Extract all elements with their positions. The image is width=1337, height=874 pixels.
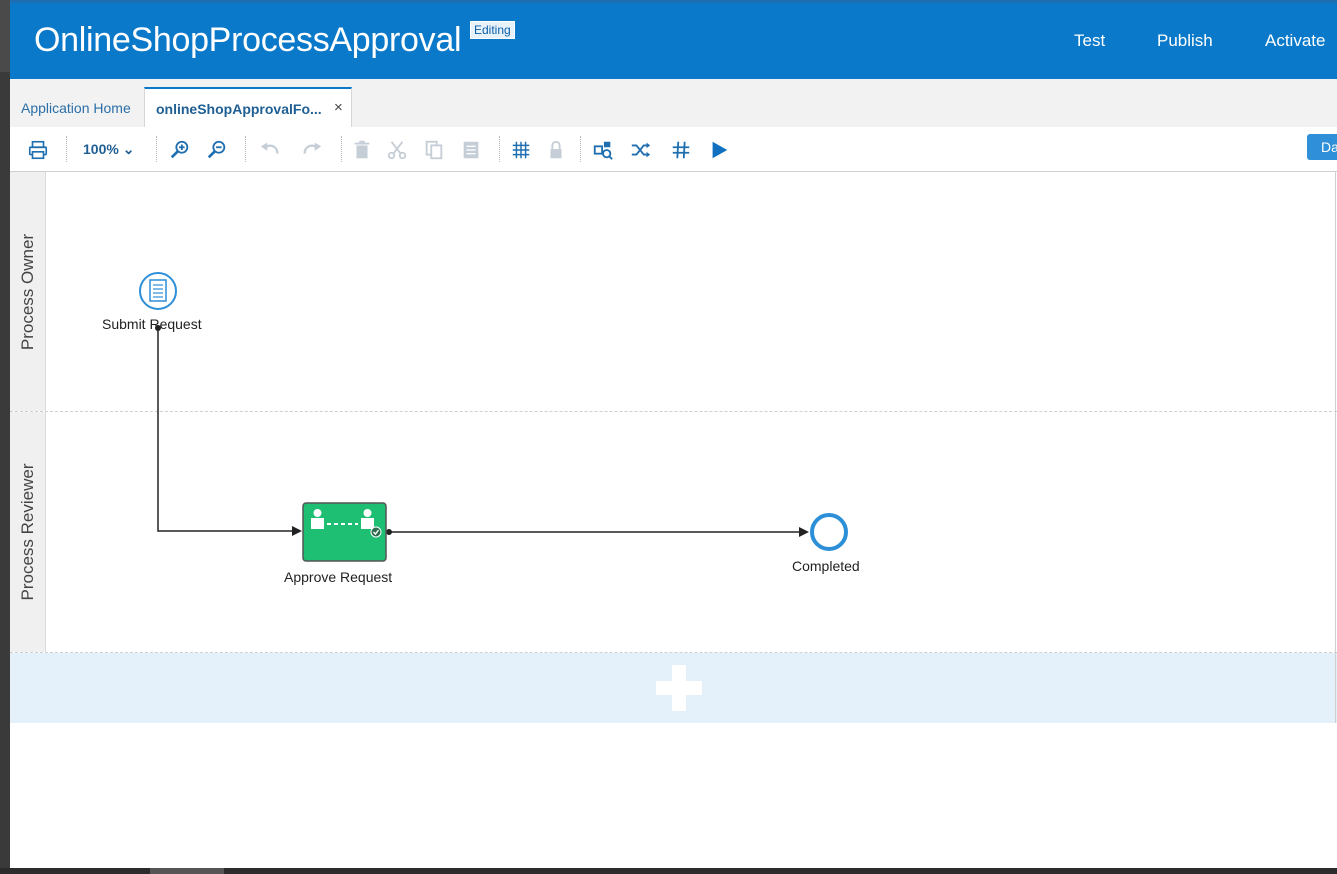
paste-icon[interactable]	[459, 138, 483, 162]
window-edge	[0, 0, 10, 874]
lock-icon[interactable]	[544, 138, 568, 162]
page-title: OnlineShopProcessApproval	[34, 21, 462, 59]
da-button[interactable]: Da	[1307, 134, 1337, 160]
zoom-level: 100%	[83, 141, 119, 157]
lane-header[interactable]: Process Owner	[10, 172, 46, 411]
grid-icon[interactable]	[509, 138, 533, 162]
scrollbar-thumb[interactable]	[150, 868, 224, 874]
plus-icon[interactable]	[656, 665, 702, 711]
app-header: OnlineShopProcessApproval Editing Test P…	[10, 0, 1337, 79]
status-badge: Editing	[470, 21, 515, 39]
undo-icon[interactable]	[258, 138, 282, 162]
shuffle-icon[interactable]	[629, 138, 653, 162]
delete-icon[interactable]	[350, 138, 374, 162]
lane-title: Process Reviewer	[17, 463, 37, 601]
redo-icon[interactable]	[300, 138, 324, 162]
play-icon[interactable]	[707, 138, 731, 162]
zoom-out-icon[interactable]	[205, 138, 229, 162]
horizontal-scrollbar[interactable]	[0, 868, 1337, 874]
copy-icon[interactable]	[422, 138, 446, 162]
end-event-label[interactable]: Completed	[792, 558, 860, 574]
tab-process-editor[interactable]: onlineShopApprovalFo... ×	[144, 87, 352, 127]
close-icon[interactable]: ×	[334, 99, 343, 116]
test-button[interactable]: Test	[1074, 31, 1105, 51]
tab-bar: Application Home onlineShopApprovalFo...…	[10, 79, 1337, 127]
tab-application-home[interactable]: Application Home	[21, 100, 131, 116]
toolbar: 100% ⌄ Da	[10, 127, 1337, 172]
publish-button[interactable]: Publish	[1157, 31, 1213, 51]
print-icon[interactable]	[26, 138, 50, 162]
lane-process-reviewer[interactable]: Process Reviewer	[10, 412, 1337, 653]
task-label[interactable]: Approve Request	[284, 569, 392, 585]
add-lane-area[interactable]	[10, 653, 1337, 723]
lane-title: Process Owner	[17, 233, 37, 350]
lane-process-owner[interactable]: Process Owner	[10, 172, 1337, 412]
process-canvas[interactable]: Process Owner Process Reviewer Submit Re…	[10, 172, 1337, 868]
zoom-dropdown[interactable]: 100% ⌄	[83, 141, 134, 158]
activate-button[interactable]: Activate	[1265, 31, 1325, 51]
chevron-down-icon: ⌄	[122, 141, 135, 157]
process-editor: OnlineShopProcessApproval Editing Test P…	[10, 0, 1337, 868]
validate-icon[interactable]	[591, 138, 615, 162]
start-event-label[interactable]: Submit Request	[102, 316, 202, 332]
tab-label: onlineShopApprovalFo...	[156, 101, 322, 117]
hash-icon[interactable]	[669, 138, 693, 162]
cut-icon[interactable]	[385, 138, 409, 162]
zoom-in-icon[interactable]	[168, 138, 192, 162]
lane-header[interactable]: Process Reviewer	[10, 412, 46, 652]
